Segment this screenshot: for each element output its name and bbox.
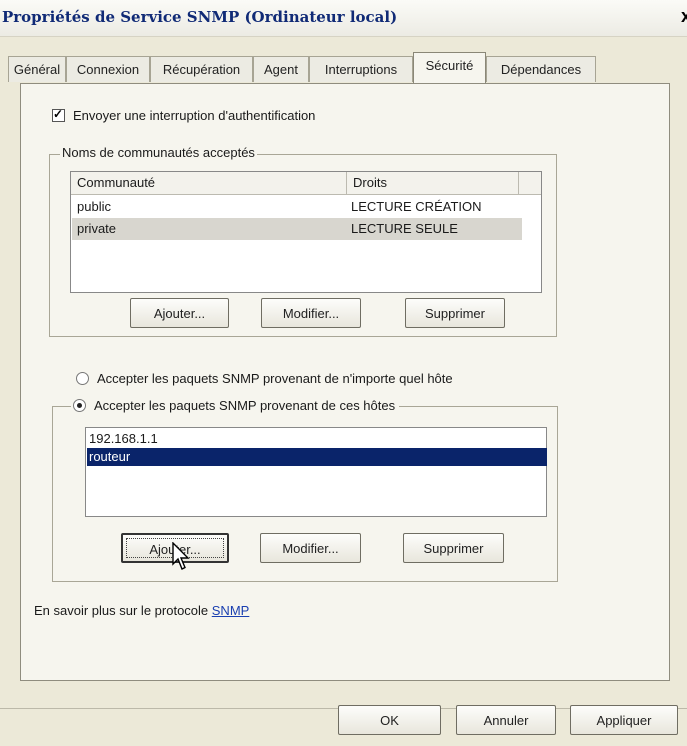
- community-rights: LECTURE CRÉATION: [351, 199, 482, 214]
- snmp-link[interactable]: SNMP: [212, 603, 250, 618]
- communities-group: Noms de communautés acceptés Communauté …: [49, 145, 557, 337]
- host-item[interactable]: 192.168.1.1: [87, 430, 547, 448]
- learn-more-text: En savoir plus sur le protocole SNMP: [34, 603, 249, 618]
- tab-connexion[interactable]: Connexion: [66, 56, 150, 82]
- remove-host-button[interactable]: Supprimer: [403, 533, 504, 563]
- tab-recuperation[interactable]: Récupération: [150, 56, 253, 82]
- community-name: public: [77, 199, 111, 214]
- cancel-button[interactable]: Annuler: [456, 705, 556, 735]
- add-community-button[interactable]: Ajouter...: [130, 298, 229, 328]
- tab-dependances[interactable]: Dépendances: [486, 56, 596, 82]
- radio-any-host-label: Accepter les paquets SNMP provenant de n…: [97, 371, 453, 386]
- communities-list-header: Communauté Droits: [71, 172, 541, 195]
- hosts-group: Accepter les paquets SNMP provenant de c…: [52, 398, 558, 582]
- radio-these-hosts[interactable]: [73, 399, 86, 412]
- community-rights: LECTURE SEULE: [351, 221, 458, 236]
- communities-group-label: Noms de communautés acceptés: [60, 145, 257, 160]
- column-header-community[interactable]: Communauté: [71, 172, 347, 194]
- send-auth-trap-checkbox[interactable]: ✓: [52, 107, 65, 122]
- column-header-rights[interactable]: Droits: [347, 172, 519, 194]
- radio-these-hosts-label: Accepter les paquets SNMP provenant de c…: [94, 398, 396, 413]
- host-item-selected[interactable]: routeur: [87, 448, 547, 466]
- radio-these-hosts-row[interactable]: Accepter les paquets SNMP provenant de c…: [71, 398, 400, 413]
- edit-community-button[interactable]: Modifier...: [261, 298, 361, 328]
- tab-interruptions[interactable]: Interruptions: [309, 56, 413, 82]
- community-row[interactable]: public LECTURE CRÉATION: [72, 196, 522, 218]
- ok-button[interactable]: OK: [338, 705, 441, 735]
- hosts-list[interactable]: 192.168.1.1 routeur: [85, 427, 547, 517]
- send-auth-trap-label: Envoyer une interruption d'authentificat…: [73, 108, 316, 123]
- apply-button[interactable]: Appliquer: [570, 705, 678, 735]
- security-panel: ✓ Envoyer une interruption d'authentific…: [20, 83, 670, 681]
- tab-securite[interactable]: Sécurité: [413, 52, 486, 83]
- radio-any-host[interactable]: [76, 372, 89, 385]
- community-row-selected[interactable]: private LECTURE SEULE: [72, 218, 522, 240]
- learn-more-prefix: En savoir plus sur le protocole: [34, 603, 212, 618]
- close-icon[interactable]: x: [681, 6, 687, 27]
- communities-list[interactable]: Communauté Droits public LECTURE CRÉATIO…: [70, 171, 542, 293]
- radio-any-host-row[interactable]: Accepter les paquets SNMP provenant de n…: [76, 371, 453, 386]
- send-auth-trap-row[interactable]: ✓ Envoyer une interruption d'authentific…: [52, 107, 316, 123]
- remove-community-button[interactable]: Supprimer: [405, 298, 505, 328]
- title-bar: Propriétés de Service SNMP (Ordinateur l…: [0, 0, 687, 37]
- checkmark-icon: ✓: [53, 107, 64, 121]
- tab-general[interactable]: Général: [8, 56, 66, 82]
- window-title: Propriétés de Service SNMP (Ordinateur l…: [2, 8, 398, 26]
- tab-agent[interactable]: Agent: [253, 56, 309, 82]
- arrow-cursor-icon: [172, 542, 190, 570]
- edit-host-button[interactable]: Modifier...: [260, 533, 361, 563]
- community-name: private: [77, 221, 117, 236]
